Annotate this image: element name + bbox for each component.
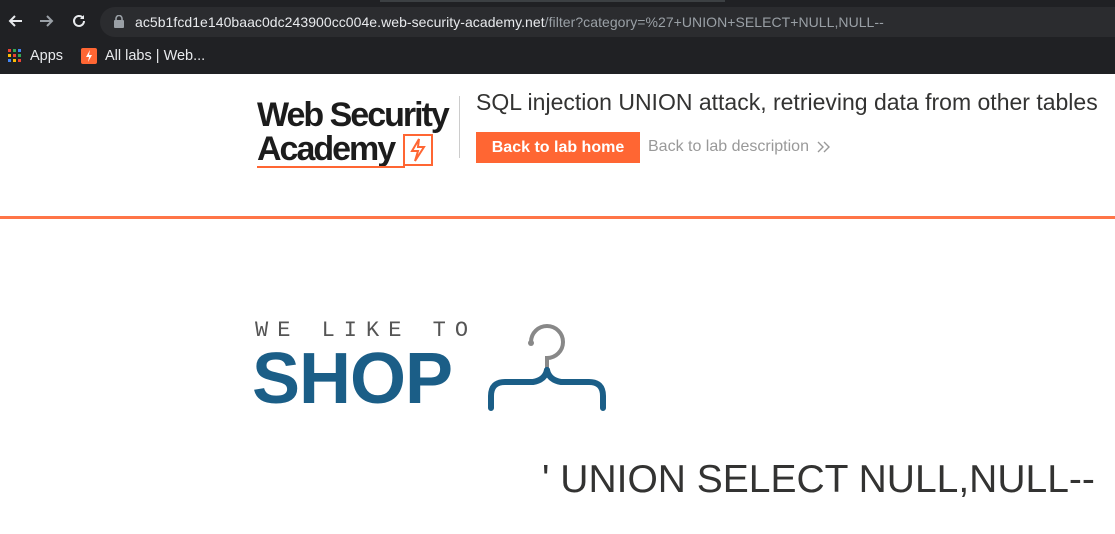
- logo-bolt-icon: [403, 134, 433, 166]
- url-host: ac5b1fcd1e140baac0dc243900cc004e.web-sec…: [135, 14, 545, 30]
- double-chevron-right-icon: [817, 141, 830, 153]
- forward-arrow-icon[interactable]: [36, 10, 58, 32]
- bookmark-apps[interactable]: Apps: [8, 48, 63, 64]
- category-heading: ' UNION SELECT NULL,NULL--: [542, 458, 1095, 501]
- logo-line-2: Academy: [257, 130, 396, 168]
- bookmark-apps-label: Apps: [30, 48, 64, 64]
- back-arrow-icon[interactable]: [4, 10, 26, 32]
- bookmark-all-labs[interactable]: All labs | Web...: [81, 48, 205, 64]
- logo-underline: [257, 166, 405, 168]
- tab-strip-edge: [380, 0, 725, 2]
- reload-icon[interactable]: [68, 10, 90, 32]
- lock-icon: [114, 14, 124, 33]
- address-bar[interactable]: ac5b1fcd1e140baac0dc243900cc004e.web-sec…: [100, 7, 1115, 37]
- url-path: /filter?category=%27+UNION+SELECT+NULL,N…: [544, 14, 884, 30]
- url-text[interactable]: ac5b1fcd1e140baac0dc243900cc004e.web-sec…: [135, 14, 884, 30]
- portswigger-icon: [81, 48, 97, 64]
- web-security-academy-logo[interactable]: Web Security Academy: [257, 96, 457, 168]
- shop-wordmark: SHOP: [252, 339, 453, 419]
- bookmarks-bar: Apps All labs | Web...: [0, 42, 1115, 74]
- back-to-lab-home-button[interactable]: Back to lab home: [476, 132, 640, 163]
- hanger-icon: [488, 324, 606, 411]
- apps-grid-icon: [8, 49, 21, 62]
- bookmark-all-labs-label: All labs | Web...: [105, 48, 206, 64]
- header-separator: [0, 216, 1115, 219]
- back-to-lab-description-label: Back to lab description: [648, 138, 809, 155]
- back-to-lab-description-link[interactable]: Back to lab description: [648, 138, 831, 156]
- browser-toolbar: ac5b1fcd1e140baac0dc243900cc004e.web-sec…: [0, 0, 1115, 42]
- lab-title: SQL injection UNION attack, retrieving d…: [476, 89, 1098, 115]
- header-divider: [459, 96, 460, 158]
- lab-header: Web Security Academy SQL injection UNION…: [0, 74, 1115, 217]
